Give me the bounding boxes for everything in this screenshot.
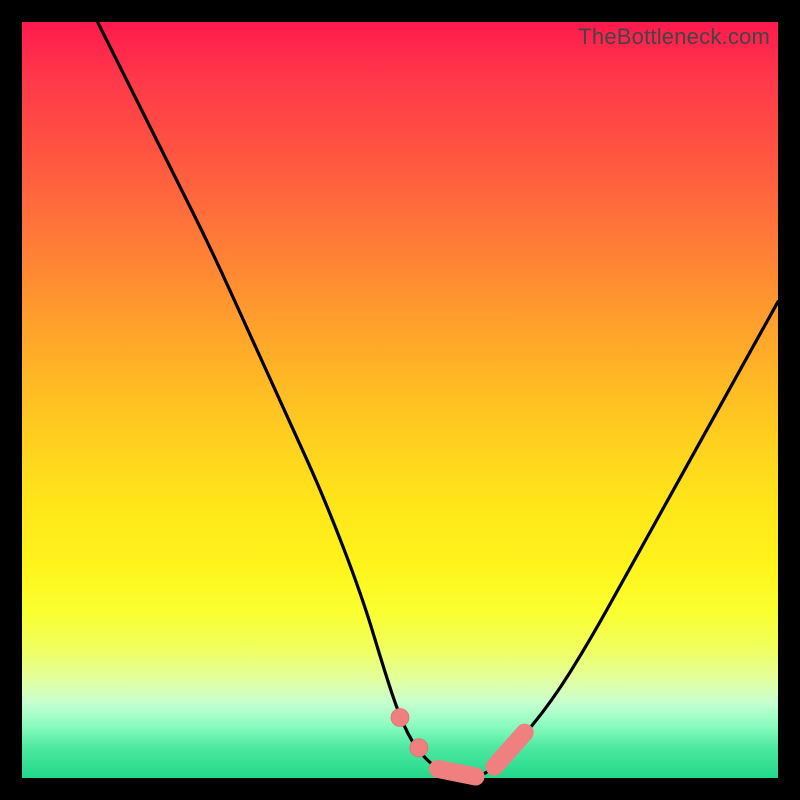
curve-markers	[391, 709, 525, 777]
curve-marker-dot	[391, 709, 409, 727]
plot-area: TheBottleneck.com	[22, 22, 778, 778]
curve-layer	[22, 22, 778, 778]
bottleneck-curve-path	[98, 22, 778, 778]
curve-marker-pill	[495, 733, 525, 767]
chart-frame: TheBottleneck.com	[0, 0, 800, 800]
curve-marker-pill	[438, 769, 476, 777]
curve-marker-dot	[410, 739, 428, 757]
